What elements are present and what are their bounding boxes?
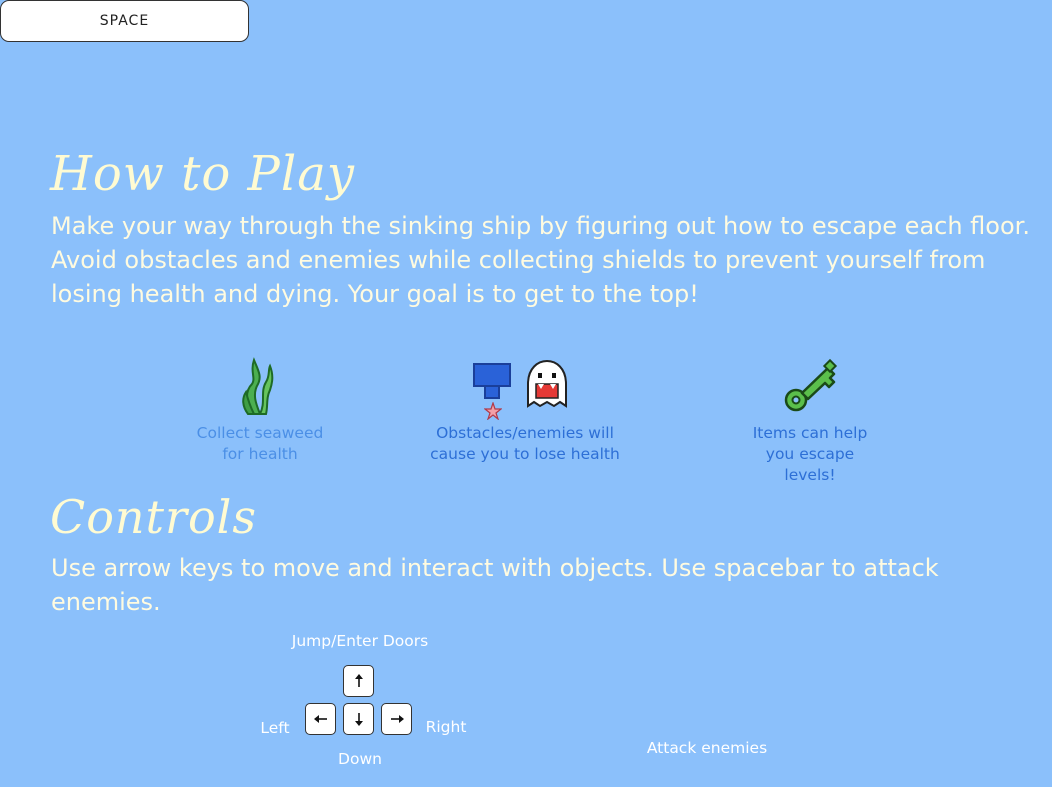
key-item: Items can help you escape levels! [740,356,880,484]
up-arrow-key [343,665,374,697]
left-key-label: Left [260,719,290,737]
down-key-label: Down [338,750,382,768]
arrow-right-icon [390,715,404,723]
arrow-down-icon [354,713,363,726]
starfish-icon [484,402,502,420]
key-icon [784,358,838,412]
down-arrow-key [343,703,374,735]
seaweed-item: Collect seaweed for health [190,356,330,466]
space-key: SPACE [0,0,249,42]
ghost-enemy-icon [527,359,567,408]
right-key-label: Right [425,718,467,736]
controls-title: Controls [50,490,258,544]
arrow-left-icon [313,715,327,723]
arrow-up-icon [354,674,363,687]
obstacles-enemies-caption: Obstacles/enemies will cause you to lose… [430,424,620,463]
how-to-play-title: How to Play [50,146,355,202]
obstacles-enemies-item: Obstacles/enemies will cause you to lose… [430,356,620,466]
up-key-label: Jump/Enter Doors [291,632,429,650]
seaweed-caption: Collect seaweed for health [196,424,324,463]
space-key-label: Attack enemies [646,739,768,757]
obstacle-block-icon [473,363,511,399]
key-caption: Items can help you escape levels! [752,424,868,484]
seaweed-icon [242,357,274,415]
right-arrow-key [381,703,412,735]
left-arrow-key [305,703,336,735]
how-to-play-description: Make your way through the sinking ship b… [51,212,1030,308]
controls-description: Use arrow keys to move and interact with… [51,554,939,616]
